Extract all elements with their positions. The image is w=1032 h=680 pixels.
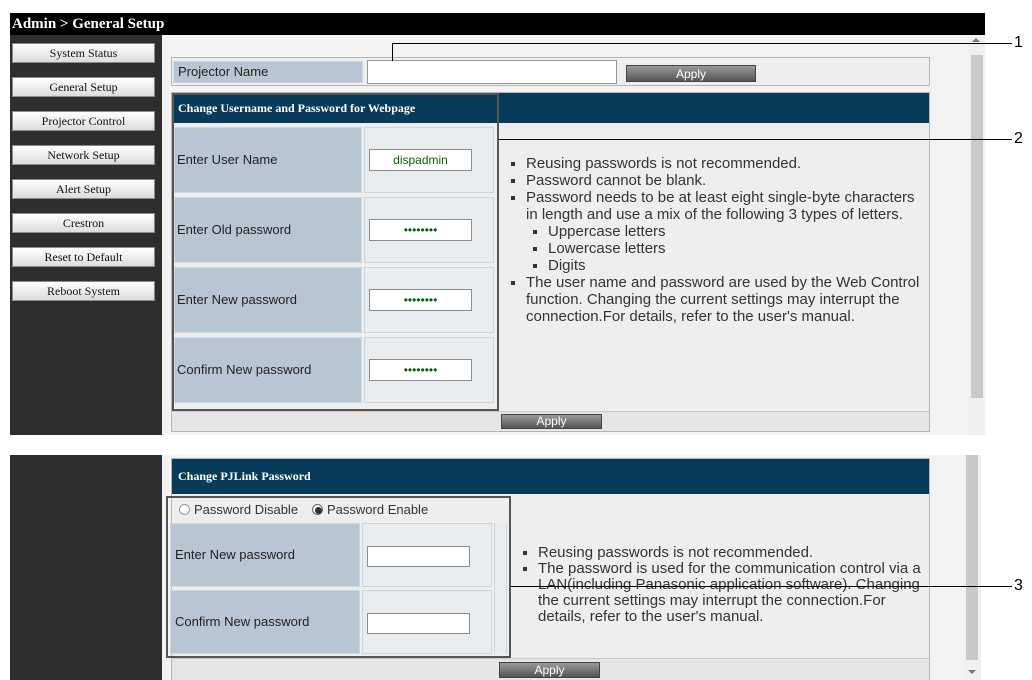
nav-reboot-system[interactable]: Reboot System (12, 281, 155, 301)
nav-network-setup[interactable]: Network Setup (12, 145, 155, 165)
scroll-up-icon[interactable] (972, 38, 980, 42)
sidebar-lower (10, 455, 162, 680)
nav-crestron[interactable]: Crestron (12, 213, 155, 233)
callout-1-leader-tick (392, 43, 393, 61)
nav-projector-control[interactable]: Projector Control (12, 111, 155, 131)
note-item: Reusing passwords is not recommended. (526, 155, 924, 172)
nav-system-status[interactable]: System Status (12, 43, 155, 63)
nav-general-setup[interactable]: General Setup (12, 77, 155, 97)
projector-name-apply-button[interactable]: Apply (626, 65, 756, 82)
callout-3-number: 3 (1014, 577, 1023, 594)
projector-name-input[interactable] (367, 60, 617, 84)
scrollbar-lower-thumb[interactable] (966, 455, 978, 660)
note-text: Password needs to be at least eight sing… (526, 189, 915, 223)
callout-1-number: 1 (1014, 34, 1023, 51)
scroll-down-icon[interactable] (968, 670, 976, 674)
callout-3-leader (511, 586, 1012, 587)
note-item: Password cannot be blank. (526, 172, 924, 189)
pjlink-section-title: Change PJLink Password (178, 469, 311, 483)
note-item: The password is used for the communicati… (538, 561, 928, 625)
note-subitem: Digits (548, 257, 924, 274)
nav-alert-setup[interactable]: Alert Setup (12, 179, 155, 199)
note-item: Password needs to be at least eight sing… (526, 189, 924, 274)
note-item: The user name and password are used by t… (526, 274, 924, 325)
webpage-apply-button[interactable]: Apply (501, 414, 602, 429)
scrollbar-thumb[interactable] (971, 55, 983, 398)
breadcrumb: Admin > General Setup (10, 13, 985, 35)
note-item: Reusing passwords is not recommended. (538, 545, 928, 561)
nav-reset-to-default[interactable]: Reset to Default (12, 247, 155, 267)
callout-2-number: 2 (1014, 130, 1023, 147)
callout-2-highlight (172, 93, 499, 411)
webpage-notes: Reusing passwords is not recommended. Pa… (506, 155, 924, 325)
pjlink-apply-button[interactable]: Apply (499, 662, 600, 678)
pjlink-notes: Reusing passwords is not recommended. Th… (518, 545, 928, 625)
note-subitem: Lowercase letters (548, 240, 924, 257)
callout-3-highlight (166, 496, 511, 658)
callout-2-leader (499, 139, 1012, 140)
note-subitem: Uppercase letters (548, 223, 924, 240)
callout-1-leader (392, 43, 1012, 44)
projector-name-label: Projector Name (173, 61, 363, 83)
